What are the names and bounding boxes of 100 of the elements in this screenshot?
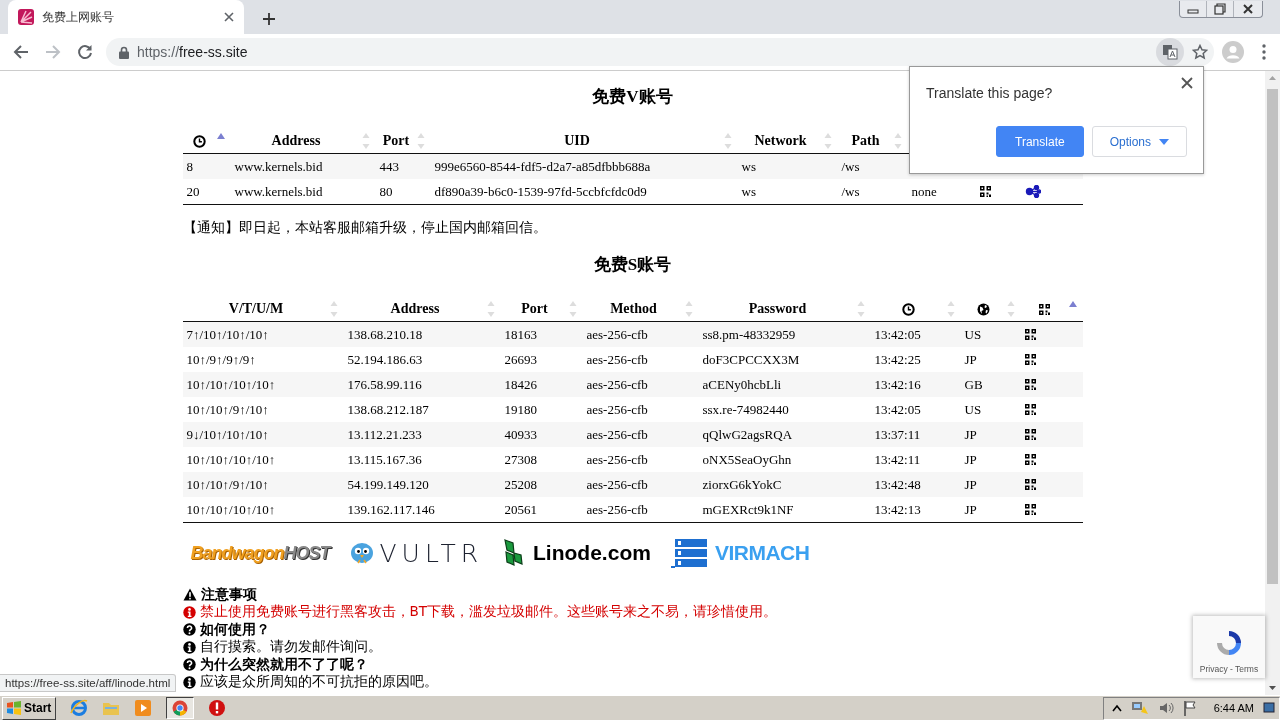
table-cell: aCENy0hcbLli [702,376,782,393]
close-icon[interactable] [1181,77,1193,89]
table-cell: aes-256-cfb [586,476,648,493]
menu-icon[interactable] [1262,44,1266,60]
table-cell: 10↑/10↑/10↑/10↑ [186,376,276,393]
close-icon[interactable] [224,12,234,22]
table-cell: US [964,326,982,343]
linode-logo[interactable]: Linode.com [533,541,651,565]
qr-code-icon[interactable] [1024,379,1036,390]
column-header[interactable]: Port [521,301,548,317]
column-header[interactable]: Password [748,301,807,317]
favicon-icon [18,9,34,25]
table-cell: 8 [186,158,193,175]
table-cell: 7↑/10↑/10↑/10↑ [186,326,269,343]
qr-code-icon[interactable] [1024,404,1036,415]
qr-code-icon[interactable] [1024,329,1036,340]
address-bar[interactable]: https://free-ss.site [106,38,1214,66]
qr-code-icon[interactable] [1024,429,1036,440]
vultr-logo[interactable]: VULTR [379,538,484,568]
table-cell: 176.58.99.116 [347,376,422,393]
stop-icon[interactable] [208,699,227,717]
info-icon [182,640,196,654]
table-cell: JP [964,476,977,493]
table-cell: aes-256-cfb [586,351,648,368]
table-cell: qQlwG2agsRQA [702,426,793,443]
translate-button[interactable] [1156,38,1184,66]
qr-code-icon[interactable] [1024,354,1036,365]
column-header[interactable]: Path [851,133,880,149]
table-cell: 25208 [504,476,537,493]
column-header[interactable]: Address [390,301,440,317]
qr-code-icon[interactable] [979,186,991,197]
table-cell: 10↑/10↑/9↑/10↑ [186,476,269,493]
table-cell: 13:42:05 [874,401,921,418]
browser-e-icon[interactable] [70,699,89,717]
table-cell: 13:42:16 [874,376,921,393]
table-cell: 13.112.21.233 [347,426,422,443]
column-header[interactable]: Address [271,133,321,149]
qr-code-icon[interactable] [1024,454,1036,465]
star-icon[interactable] [1192,44,1208,60]
table-cell: aes-256-cfb [586,426,648,443]
question-icon [182,623,196,637]
options-button[interactable]: Options [1091,126,1187,157]
table-cell: 13:37:11 [874,426,921,443]
globe-icon [977,302,990,316]
table-cell: /ws [841,158,860,175]
privacy-terms-link[interactable]: Privacy - Terms [1199,664,1259,674]
table-cell: 18426 [504,376,537,393]
table-cell: www.kernels.bid [234,158,323,175]
section-title: 免费S账号 [593,255,672,275]
note-text: 禁止使用免费账号进行黑客攻击，BT下载，滥发垃圾邮件。这些账号来之不易，请珍惜使用。 [199,603,777,622]
taskbar-button[interactable] [166,697,195,719]
table-cell: ziorxG6kYokC [702,476,782,493]
table-cell: 13.115.167.36 [347,451,422,468]
network-tray-icon[interactable] [1130,700,1149,716]
table-cell: 54.199.149.120 [347,476,429,493]
chevron-up-icon[interactable] [1111,704,1122,712]
network-icon[interactable] [1024,185,1041,198]
flag-icon[interactable] [1182,700,1197,716]
qr-code-icon[interactable] [1039,303,1050,315]
translate-button[interactable]: Translate [996,126,1084,157]
column-header[interactable]: Network [754,133,807,149]
column-header[interactable]: Method [610,301,657,317]
table-cell: none [911,183,937,200]
table-cell: aes-256-cfb [586,501,648,518]
question-icon [182,658,196,672]
scrollbar[interactable] [1265,71,1280,695]
translate-icon [1162,44,1178,60]
column-header[interactable]: Port [382,133,410,149]
table-cell: aes-256-cfb [586,376,648,393]
table-cell: aes-256-cfb [586,451,648,468]
table-cell: 10↑/10↑/10↑/10↑ [186,501,276,518]
desktop-icon[interactable] [1263,702,1275,714]
table-cell: 27308 [504,451,537,468]
speaker-icon[interactable] [1157,700,1174,716]
new-tab-icon[interactable] [262,12,276,26]
reload-icon[interactable] [76,43,94,61]
lock-icon [119,45,129,59]
table-cell: df890a39-b6c0-1539-97fd-5ccbfcfdc0d9 [434,183,647,200]
browser-tab[interactable]: 免费上网账号 [8,0,244,34]
table-cell: 13:42:05 [874,326,921,343]
table-cell: www.kernels.bid [234,183,323,200]
table-cell: 52.194.186.63 [347,351,423,368]
scrollbar-thumb[interactable] [1267,89,1278,584]
table-cell: 443 [379,158,399,175]
bird-icon [349,540,374,566]
bandwagon-logo[interactable]: BandwagonHOST [190,542,330,564]
table-cell: aes-256-cfb [586,401,648,418]
start-button[interactable]: Start [2,696,57,720]
info-icon [182,605,196,619]
warning-icon [182,588,197,602]
recaptcha-icon [1214,628,1244,658]
qr-code-icon[interactable] [1024,479,1036,490]
qr-code-icon[interactable] [1024,504,1036,515]
windows-flag-icon [6,701,22,715]
column-header[interactable]: V/T/U/M [228,301,284,317]
caret-icon [1159,138,1169,145]
section-title: 免费V账号 [592,87,673,107]
note-heading: 为什么突然就用不了了呢？ [199,655,368,674]
back-icon[interactable] [12,43,30,61]
column-header[interactable]: UID [564,133,590,149]
